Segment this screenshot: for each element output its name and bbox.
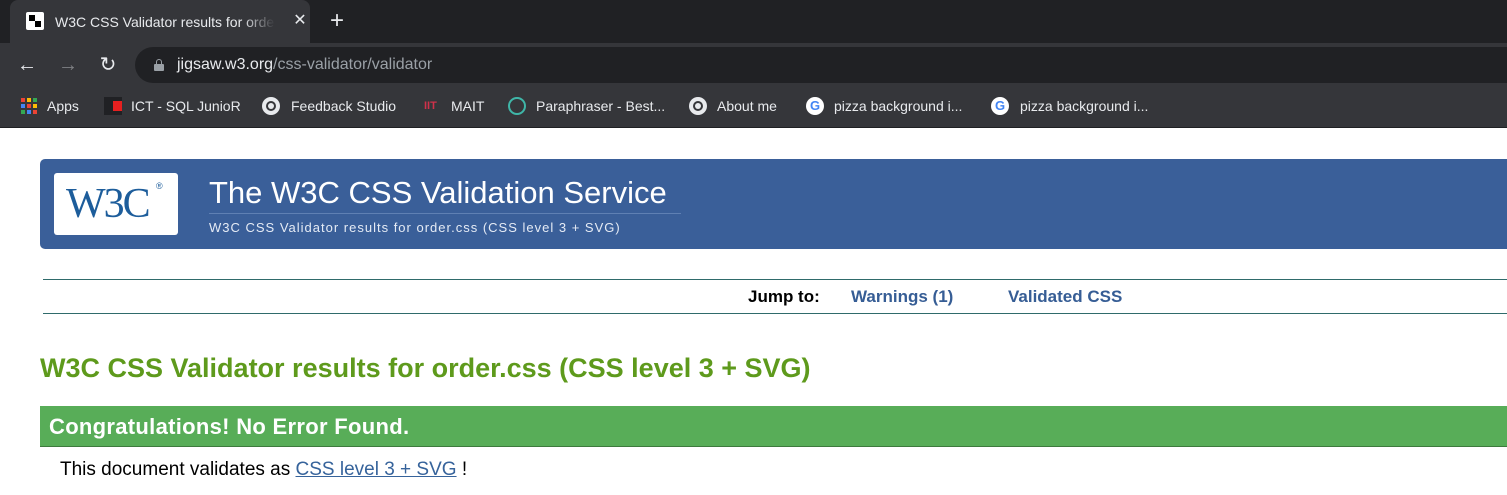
w3c-logo-text: W3C <box>66 181 151 227</box>
page-title[interactable]: The W3C CSS Validation Service <box>209 175 667 211</box>
url-text[interactable]: jigsaw.w3.org/css-validator/validator <box>177 55 432 75</box>
banner-divider <box>209 213 681 214</box>
back-arrow-icon[interactable]: ← <box>14 52 40 78</box>
registered-mark: ® <box>156 181 163 191</box>
bookmark-label: pizza background i... <box>1020 98 1149 114</box>
warnings-link[interactable]: Warnings (1) <box>851 287 953 307</box>
url-path: /css-validator/validator <box>273 56 433 73</box>
browser-tab-active[interactable]: W3C CSS Validator results for order.css … <box>10 0 310 43</box>
success-banner: Congratulations! No Error Found. <box>40 406 1507 447</box>
validates-suffix: ! <box>456 459 468 480</box>
google-icon: G <box>806 97 824 115</box>
tab-strip: W3C CSS Validator results for order.css … <box>0 0 1507 43</box>
bookmark-label: Paraphraser - Best... <box>536 98 666 114</box>
apps-grid-icon <box>20 97 38 115</box>
paraphraser-favicon-icon <box>508 97 526 115</box>
bookmarks-bar: Apps ICT - SQL JunioR Feedback Studio II… <box>0 88 1507 128</box>
header-banner: W3C ® The W3C CSS Validation Service W3C… <box>40 159 1507 249</box>
new-tab-plus-icon[interactable]: + <box>326 9 348 33</box>
page-subtitle: W3C CSS Validator results for order.css … <box>209 220 621 235</box>
bookmark-label: Feedback Studio <box>291 98 397 114</box>
globe-icon <box>262 97 280 115</box>
google-icon: G <box>991 97 1009 115</box>
close-icon[interactable]: ✕ <box>290 11 310 31</box>
browser-toolbar: ← → ↻ jigsaw.w3.org/css-validator/valida… <box>0 43 1507 88</box>
results-heading: W3C CSS Validator results for order.css … <box>40 353 811 383</box>
bookmark-label: MAIT <box>451 98 485 114</box>
url-host: jigsaw.w3.org <box>177 56 274 73</box>
jump-navigation: Jump to: Warnings (1) Validated CSS <box>43 279 1507 314</box>
ict-favicon-icon <box>104 97 122 115</box>
address-bar[interactable]: jigsaw.w3.org/css-validator/validator <box>135 47 1507 83</box>
success-message: Congratulations! No Error Found. <box>49 414 410 439</box>
bookmark-label: Apps <box>47 98 79 114</box>
css-level-link[interactable]: CSS level 3 + SVG <box>296 459 457 480</box>
w3c-favicon-icon <box>26 12 44 30</box>
bookmark-label: ICT - SQL JunioR <box>131 98 241 114</box>
bookmark-label: pizza background i... <box>834 98 963 114</box>
forward-arrow-icon[interactable]: → <box>55 52 81 78</box>
tab-title: W3C CSS Validator results for order.css … <box>55 14 275 30</box>
globe-icon <box>689 97 707 115</box>
validates-prefix: This document validates as <box>60 459 296 480</box>
validation-statement: This document validates as CSS level 3 +… <box>60 459 467 481</box>
reload-icon[interactable]: ↻ <box>95 52 121 78</box>
jump-to-label: Jump to: <box>748 287 820 306</box>
w3c-logo[interactable]: W3C ® <box>54 173 178 235</box>
lock-icon[interactable] <box>154 59 164 71</box>
bookmark-label: About me <box>717 98 777 114</box>
validated-css-link[interactable]: Validated CSS <box>1008 287 1122 307</box>
mait-favicon-icon: IIT <box>424 100 437 112</box>
